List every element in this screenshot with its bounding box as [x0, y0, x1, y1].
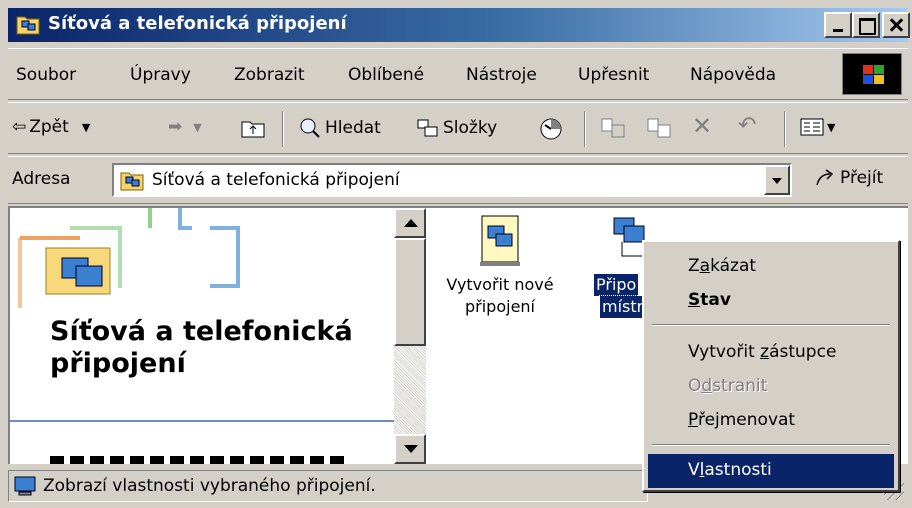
folders-button[interactable]: Složky — [416, 117, 497, 139]
ctx-rename[interactable]: Přejmenovat — [648, 404, 894, 438]
ctx-separator — [652, 444, 890, 446]
copy-to-button[interactable] — [646, 117, 672, 139]
address-bar: Adresa Síťová a telefonická připojení Př… — [8, 156, 908, 204]
pane-text-cut-off — [50, 456, 350, 464]
window-title: Síťová a telefonická připojení — [48, 13, 347, 34]
ctx-delete-accel: d — [701, 376, 713, 396]
ctx-status-text-post: tav — [700, 290, 731, 310]
copy-to-icon — [647, 118, 671, 138]
network-folder-icon — [120, 172, 144, 191]
folders-icon — [417, 119, 438, 137]
ctx-properties[interactable]: Vlastnosti — [648, 454, 894, 488]
history-icon — [540, 118, 562, 140]
scroll-down-button[interactable] — [394, 434, 426, 464]
ctx-disable-text-pre: Z — [688, 256, 700, 276]
ctx-separator — [652, 324, 890, 326]
go-button[interactable]: Přejít — [814, 167, 883, 189]
forward-dropdown-icon[interactable]: ▼ — [193, 121, 201, 134]
search-button[interactable]: Hledat — [298, 117, 381, 139]
context-menu: Zakázat Stav Vytvořit zástupce Odstranit… — [642, 240, 900, 492]
scroll-up-button[interactable] — [394, 208, 426, 238]
forward-button[interactable]: ➡ ▼ — [168, 117, 202, 137]
ctx-disable[interactable]: Zakázat — [648, 250, 894, 284]
views-button[interactable]: ▼ — [800, 117, 835, 137]
pane-title: Síťová a telefonická připojení — [50, 316, 353, 379]
menu-zobrazit[interactable]: Zobrazit — [234, 65, 305, 85]
explorer-window: Síťová a telefonická připojení Soubor Úp… — [0, 0, 912, 508]
toolbar-separator — [282, 111, 284, 147]
move-to-button[interactable] — [600, 117, 626, 139]
ctx-status-accel: S — [688, 290, 701, 310]
search-label: Hledat — [325, 118, 381, 138]
ctx-shortcut-accel: z — [760, 342, 770, 362]
address-input[interactable]: Síťová a telefonická připojení — [112, 163, 792, 197]
close-button[interactable] — [882, 12, 910, 38]
ctx-rename-accel: P — [688, 410, 698, 430]
minimize-button[interactable] — [824, 12, 852, 38]
pane-divider — [10, 420, 394, 422]
local-connection-label-line1: Připo — [592, 273, 640, 297]
local-connection-label-line2: místr — [598, 295, 647, 319]
menu-napoveda[interactable]: Nápověda — [690, 65, 776, 85]
undo-button[interactable]: ↶ — [738, 113, 756, 138]
forward-arrow-icon: ➡ — [168, 117, 183, 137]
toolbar-separator — [784, 111, 786, 147]
ctx-disable-accel: a — [699, 256, 711, 276]
ctx-shortcut-text-post: ástupce — [769, 342, 837, 362]
menu-upravy[interactable]: Úpravy — [130, 65, 191, 85]
search-icon — [300, 118, 320, 138]
ctx-rename-text-post: řejmenovat — [697, 410, 796, 430]
address-dropdown-button[interactable] — [764, 165, 790, 195]
toolbar: ⇦ Zpět ▼ ➡ ▼ Hledat Složky ✕ ↶ ▼ — [8, 102, 908, 154]
up-folder-button[interactable] — [240, 117, 266, 139]
ctx-delete-text-post: stranit — [712, 376, 768, 396]
go-label: Přejít — [840, 168, 884, 188]
ctx-shortcut-text-pre: Vytvořit — [688, 342, 761, 362]
address-label: Adresa — [12, 169, 71, 189]
go-arrow-icon — [816, 169, 834, 186]
maximize-button[interactable] — [852, 12, 880, 38]
ctx-status[interactable]: Stav — [648, 284, 894, 318]
toolbar-separator — [584, 111, 586, 147]
delete-icon: ✕ — [692, 112, 713, 140]
menu-soubor[interactable]: Soubor — [16, 65, 76, 85]
menu-bar: Soubor Úpravy Zobrazit Oblíbené Nástroje… — [8, 48, 908, 100]
up-folder-icon — [241, 121, 265, 138]
move-to-icon — [601, 118, 625, 138]
web-view-pane: Síťová a telefonická připojení — [10, 208, 394, 464]
undo-icon: ↶ — [738, 113, 757, 138]
network-folder-icon — [16, 16, 40, 35]
new-connection-item[interactable]: Vytvořit nové připojení — [430, 212, 570, 318]
ctx-properties-text-pre: V — [688, 460, 700, 480]
menu-upresnit[interactable]: Upřesnit — [578, 65, 649, 85]
new-connection-icon — [480, 215, 520, 266]
windows-logo-icon — [842, 53, 902, 95]
history-button[interactable] — [538, 117, 564, 141]
address-value: Síťová a telefonická připojení — [152, 170, 400, 190]
new-connection-label-line2: připojení — [465, 297, 535, 316]
status-text: Zobrazí vlastnosti vybraného připojení. — [43, 476, 376, 496]
views-dropdown-icon: ▼ — [827, 120, 836, 134]
menu-oblibene[interactable]: Oblíbené — [348, 65, 424, 85]
views-icon — [800, 118, 824, 136]
title-bar[interactable]: Síťová a telefonická připojení — [8, 8, 910, 42]
back-dropdown-icon[interactable]: ▼ — [82, 121, 90, 134]
ctx-create-shortcut[interactable]: Vytvořit zástupce — [648, 336, 894, 370]
folders-label: Složky — [443, 118, 498, 138]
vertical-scrollbar[interactable] — [394, 208, 426, 464]
status-panel: Zobrazí vlastnosti vybraného připojení. — [8, 470, 648, 502]
new-connection-label-line1: Vytvořit nové — [446, 275, 554, 294]
back-label: Zpět — [29, 117, 69, 137]
monitor-icon — [14, 476, 36, 496]
ctx-delete-text-pre: O — [688, 376, 702, 396]
scroll-thumb[interactable] — [394, 238, 426, 346]
ctx-delete: Odstranit — [648, 370, 894, 404]
ctx-properties-text-post: astnosti — [704, 460, 772, 480]
menu-nastroje[interactable]: Nástroje — [466, 65, 537, 85]
back-arrow-icon: ⇦ — [12, 117, 27, 137]
ctx-disable-text-post: kázat — [710, 256, 757, 276]
back-button[interactable]: ⇦ Zpět ▼ — [12, 117, 90, 137]
delete-button[interactable]: ✕ — [692, 112, 712, 140]
decorative-banner — [18, 208, 240, 308]
